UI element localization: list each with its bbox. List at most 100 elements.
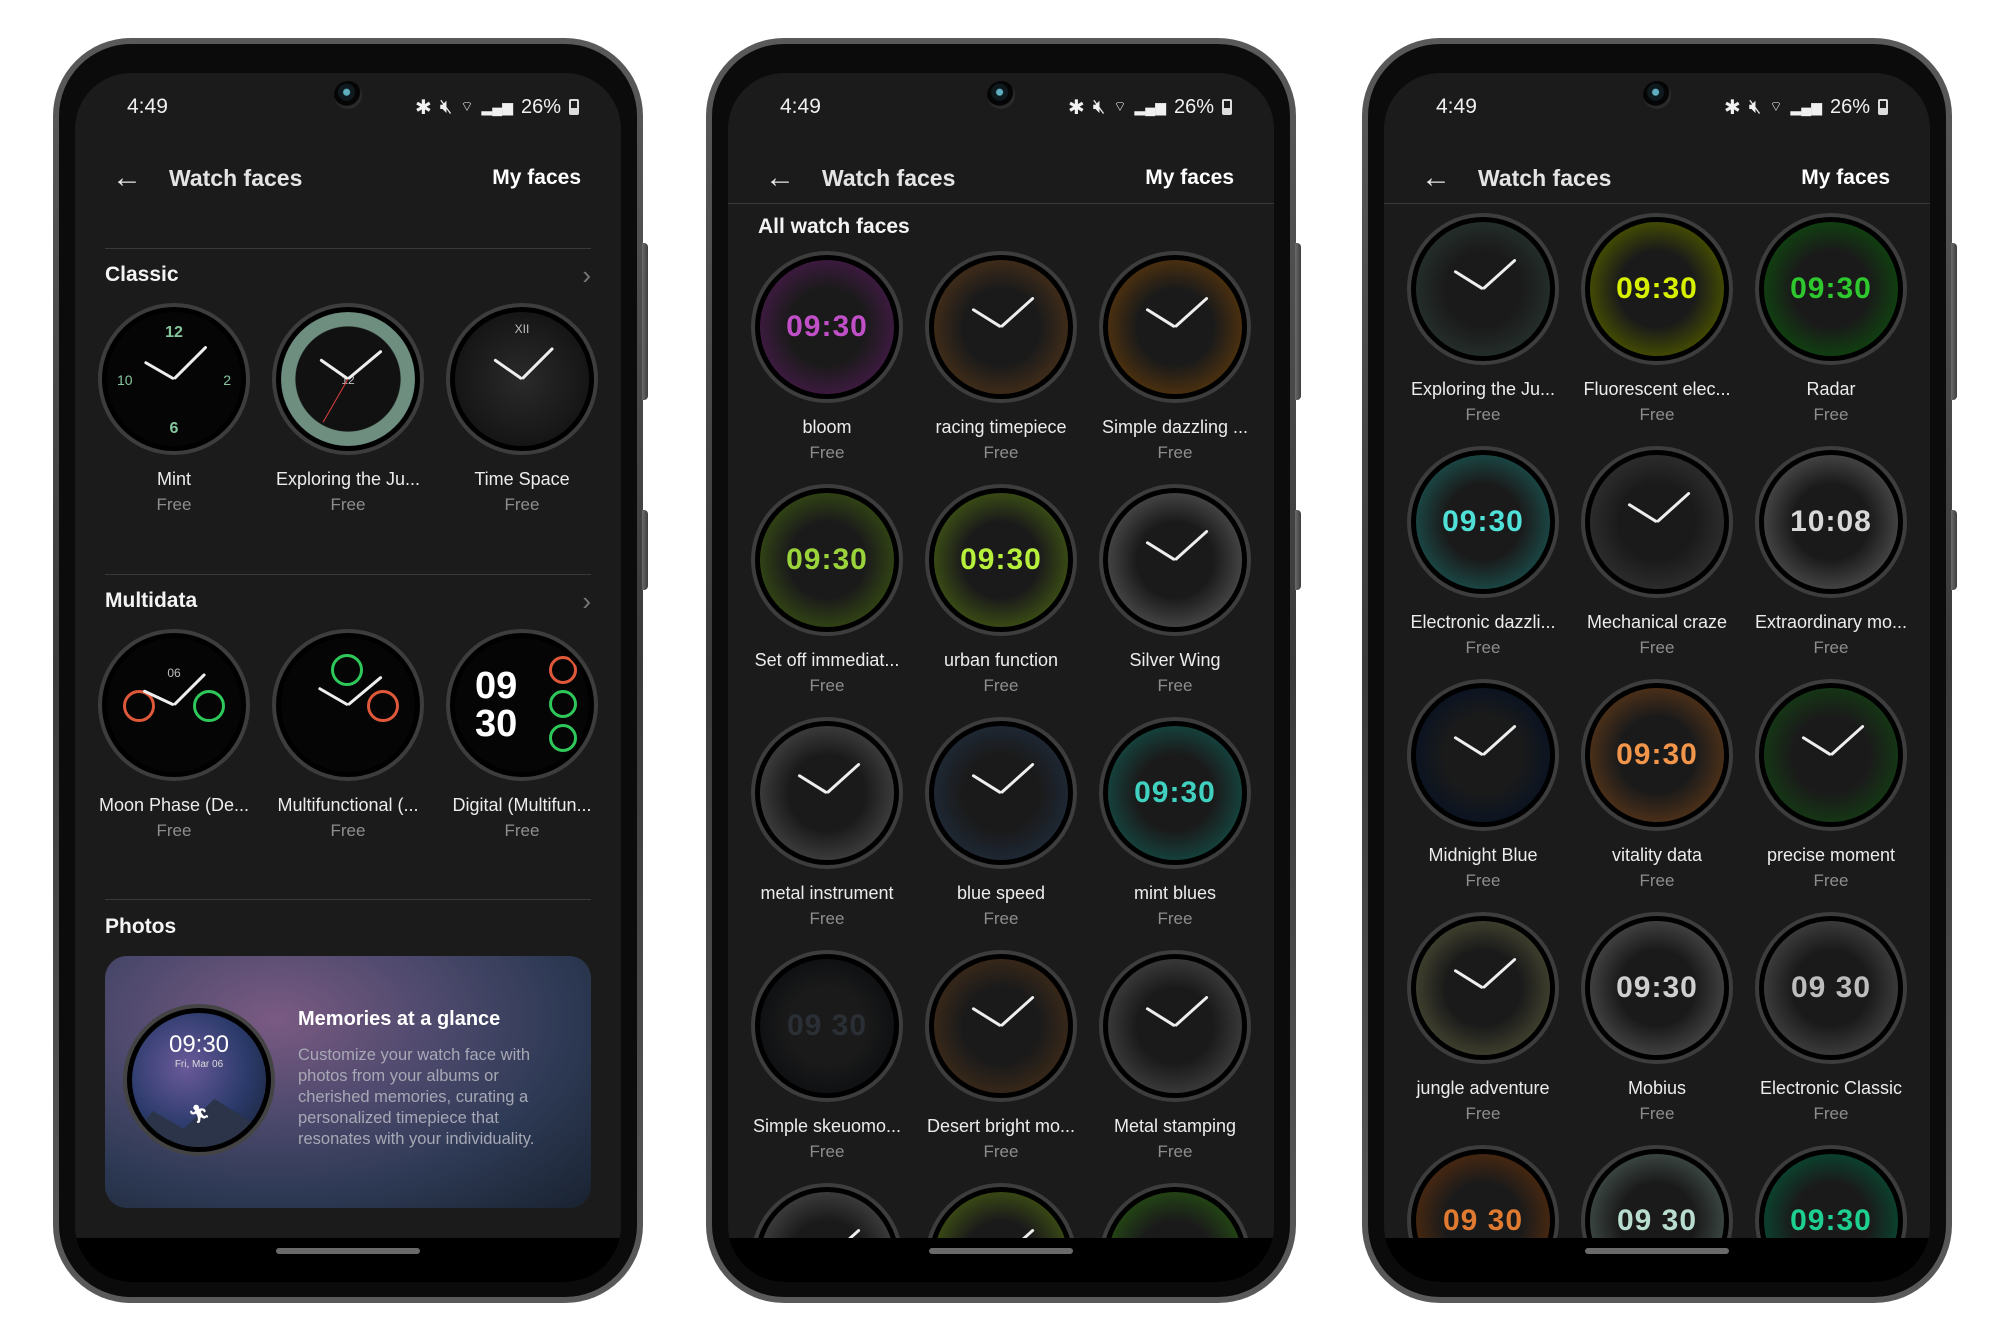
phone-frame-3: 4:49 ✱ 🔇︎ ⌔ ▂▄▆ 26% ← Watch faces My fac… bbox=[1362, 38, 1957, 1303]
navigation-bar bbox=[728, 1238, 1274, 1282]
watch-face-preview: 06 bbox=[98, 629, 250, 781]
watch-face-preview: 09:30 bbox=[1099, 717, 1251, 869]
hour-hand bbox=[999, 762, 1035, 795]
watch-face-preview bbox=[1755, 679, 1907, 831]
watch-face-card[interactable]: 09:30 Set off immediat... Free bbox=[742, 484, 912, 696]
watch-face-card[interactable]: jungle adventure Free bbox=[1398, 912, 1568, 1124]
watch-face-card[interactable]: racing timepiece Free bbox=[916, 251, 1086, 463]
watch-face-card[interactable]: 09:30 Electronic dazzli... Free bbox=[1398, 446, 1568, 658]
arrow-left-icon[interactable]: ← bbox=[1416, 158, 1456, 198]
minute-hand bbox=[797, 773, 828, 795]
watch-face-card[interactable]: Desert bright mo... Free bbox=[916, 950, 1086, 1162]
watch-face-card[interactable]: 09:30 Mobius Free bbox=[1572, 912, 1742, 1124]
signal-icon: ▂▄▆ bbox=[1134, 98, 1166, 115]
face-time: 09:30 bbox=[1616, 272, 1698, 305]
arrow-left-icon[interactable]: ← bbox=[107, 158, 147, 198]
section-title: Photos bbox=[105, 915, 177, 938]
watch-face-card[interactable]: Multifunctional (... Free bbox=[263, 629, 433, 841]
watch-face-card[interactable]: 09 30 Digital (Multifun... Free bbox=[437, 629, 607, 841]
my-faces-button[interactable]: My faces bbox=[1145, 166, 1234, 190]
watch-face-preview bbox=[1099, 484, 1251, 636]
watch-face-name: urban function bbox=[943, 650, 1059, 670]
home-handle[interactable] bbox=[276, 1248, 420, 1254]
watch-face-price: Free bbox=[504, 821, 540, 840]
preview-time: 09:30 bbox=[168, 1031, 230, 1058]
watch-face-card[interactable]: Exploring the Ju... Free bbox=[1398, 213, 1568, 425]
my-faces-button[interactable]: My faces bbox=[492, 166, 581, 190]
section-photos-header: Photos bbox=[105, 909, 591, 945]
app-bar: ← Watch faces My faces bbox=[75, 145, 621, 211]
chevron-right-icon[interactable]: › bbox=[582, 586, 591, 617]
watch-face-card[interactable]: 12 6 10 2 Mint Free bbox=[89, 303, 259, 515]
watch-face-price: Free bbox=[1639, 638, 1675, 657]
navigation-bar bbox=[75, 1238, 621, 1282]
watch-face-preview bbox=[272, 629, 424, 781]
battery-icon bbox=[1878, 99, 1888, 115]
watch-face-card[interactable]: 09:30 vitality data Free bbox=[1572, 679, 1742, 891]
side-button bbox=[1951, 243, 1957, 400]
status-bar: 4:49 ✱ 🔇︎ ⌔ ▂▄▆ 26% bbox=[75, 89, 621, 125]
watch-face-price: Free bbox=[983, 909, 1019, 928]
watch-face-preview: 09:30 bbox=[925, 484, 1077, 636]
watch-face-card[interactable]: 09:30 bloom Free bbox=[742, 251, 912, 463]
face-time: 09:30 bbox=[786, 310, 868, 343]
watch-face-card[interactable]: 06 Moon Phase (De... Free bbox=[89, 629, 259, 841]
status-icons: ✱ 🔇︎ ⌔ ▂▄▆ 26% bbox=[1724, 95, 1888, 120]
watch-face-card[interactable]: Mechanical craze Free bbox=[1572, 446, 1742, 658]
bluetooth-icon: ✱ bbox=[1723, 96, 1741, 119]
watch-face-card[interactable]: Simple dazzling ... Free bbox=[1090, 251, 1260, 463]
promo-title: Memories at a glance bbox=[298, 1008, 501, 1030]
minute-hand bbox=[1453, 968, 1484, 990]
watch-face-card[interactable]: Metal stamping Free bbox=[1090, 950, 1260, 1162]
wifi-6e-icon: ⌔ bbox=[460, 98, 474, 114]
status-icons: ✱ 🔇︎ ⌔ ▂▄▆ 26% bbox=[1068, 95, 1232, 120]
home-handle[interactable] bbox=[1585, 1248, 1729, 1254]
watch-face-name: Moon Phase (De... bbox=[98, 795, 250, 815]
watch-face-preview bbox=[925, 251, 1077, 403]
watch-face-price: Free bbox=[809, 1142, 845, 1161]
photos-promo-card[interactable]: 09:30 Fri, Mar 06 🏃︎ Memories at a glanc… bbox=[105, 956, 591, 1208]
hour-hand bbox=[999, 995, 1035, 1028]
photo-watch-preview: 09:30 Fri, Mar 06 🏃︎ bbox=[123, 1004, 275, 1156]
section-title: All watch faces bbox=[758, 215, 910, 238]
battery-icon bbox=[569, 99, 579, 115]
watch-face-card[interactable]: 09:30 urban function Free bbox=[916, 484, 1086, 696]
section-classic-header[interactable]: Classic › bbox=[105, 257, 591, 293]
hour-hand bbox=[1481, 258, 1517, 291]
minute-hand bbox=[971, 773, 1002, 795]
watch-face-name: Mint bbox=[156, 469, 191, 489]
watch-face-row: 09:30 bloom Free racing timepiece Free Simple… bbox=[728, 251, 1274, 463]
watch-face-price: Free bbox=[1813, 405, 1849, 424]
watch-face-price: Free bbox=[1639, 1104, 1675, 1123]
hour-hand bbox=[825, 762, 861, 795]
mute-icon: 🔇︎ bbox=[1748, 95, 1762, 118]
home-handle[interactable] bbox=[929, 1248, 1073, 1254]
section-multidata-header[interactable]: Multidata › bbox=[105, 583, 591, 619]
watch-face-card[interactable]: metal instrument Free bbox=[742, 717, 912, 929]
watch-face-preview: 09:30 bbox=[1581, 679, 1733, 831]
watch-face-card[interactable]: 09:30 mint blues Free bbox=[1090, 717, 1260, 929]
watch-face-card[interactable]: 09 30 Electronic Classic Free bbox=[1746, 912, 1916, 1124]
promo-description: Customize your watch face with photos fr… bbox=[298, 1046, 535, 1148]
watch-face-card[interactable]: precise moment Free bbox=[1746, 679, 1916, 891]
arrow-left-icon[interactable]: ← bbox=[760, 158, 800, 198]
watch-face-card[interactable]: Midnight Blue Free bbox=[1398, 679, 1568, 891]
watch-face-price: Free bbox=[983, 443, 1019, 462]
watch-face-preview: 12 6 10 2 bbox=[98, 303, 250, 455]
watch-face-card[interactable]: 09:30 Fluorescent elec... Free bbox=[1572, 213, 1742, 425]
my-faces-button[interactable]: My faces bbox=[1801, 166, 1890, 190]
watch-face-card[interactable]: 09:30 Radar Free bbox=[1746, 213, 1916, 425]
watch-face-card[interactable]: blue speed Free bbox=[916, 717, 1086, 929]
face-time: 10:08 bbox=[1790, 505, 1872, 538]
watch-face-card[interactable]: 10:08 Extraordinary mo... Free bbox=[1746, 446, 1916, 658]
watch-face-card[interactable]: 12 Exploring the Ju... Free bbox=[263, 303, 433, 515]
side-button bbox=[1295, 510, 1301, 590]
watch-face-row: 09:30 Electronic dazzli... Free Mechanical … bbox=[1384, 446, 1930, 658]
chevron-right-icon[interactable]: › bbox=[582, 260, 591, 291]
watch-face-card[interactable]: XII Time Space Free bbox=[437, 303, 607, 515]
watch-face-card[interactable]: Silver Wing Free bbox=[1090, 484, 1260, 696]
watch-face-name: Mechanical craze bbox=[1586, 612, 1728, 632]
classic-row: 12 6 10 2 Mint Free 12 Exploring the Ju. bbox=[75, 303, 621, 515]
watch-face-card[interactable]: 09 30 Simple skeuomo... Free bbox=[742, 950, 912, 1162]
watch-face-row: jungle adventure Free 09:30 Mobius Free 09 30… bbox=[1384, 912, 1930, 1124]
